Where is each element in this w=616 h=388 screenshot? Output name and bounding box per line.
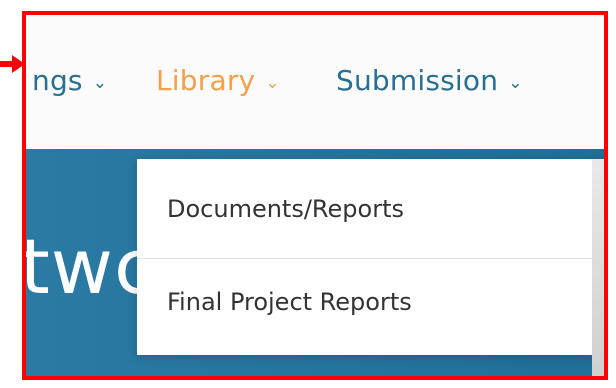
chevron-down-icon: ⌄: [508, 73, 523, 93]
nav-bar: ngs ⌄ Library ⌄ Submission ⌄: [26, 15, 604, 149]
library-dropdown-menu: Documents/Reports Final Project Reports: [137, 159, 604, 355]
nav-item-label: ngs: [32, 64, 83, 97]
nav-item-label: Submission: [336, 64, 499, 97]
dropdown-item-final-project-reports[interactable]: Final Project Reports: [167, 288, 412, 316]
nav-item-library[interactable]: Library ⌄: [156, 64, 280, 98]
chevron-down-icon: ⌄: [92, 73, 108, 93]
highlight-box: ngs ⌄ Library ⌄ Submission ⌄ twc Documen…: [22, 11, 608, 380]
dropdown-divider: [137, 258, 604, 259]
chevron-down-icon: ⌄: [265, 73, 280, 93]
nav-item-label: Library: [156, 64, 256, 97]
nav-item-meetings[interactable]: ngs ⌄: [32, 64, 107, 98]
dropdown-item-documents-reports[interactable]: Documents/Reports: [167, 195, 404, 223]
nav-item-submission[interactable]: Submission ⌄: [336, 64, 523, 98]
side-panel-edge: [592, 159, 604, 376]
